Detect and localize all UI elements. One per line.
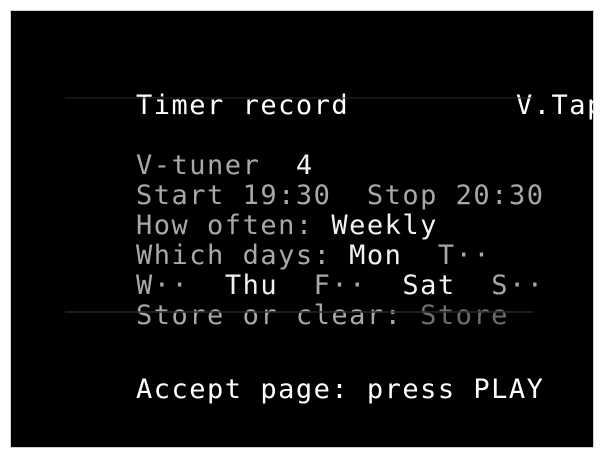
store-value[interactable]: Store [420, 300, 509, 331]
mode-label: V.Tape [516, 90, 604, 121]
footer-prompt: Accept page: press PLAY [65, 345, 544, 435]
mode-indicator: V.Tape [445, 61, 604, 151]
store-label: Store or clear: [136, 300, 403, 331]
body-divider [65, 311, 533, 313]
stop-value[interactable]: 20:30 [456, 180, 545, 211]
page-title: Timer record [136, 90, 350, 121]
accept-prompt: Accept page: press PLAY [136, 374, 545, 405]
header-divider [65, 97, 533, 99]
teletext-screen: Timer record V.Tape V-tuner 4 Start 19:3… [10, 10, 604, 448]
